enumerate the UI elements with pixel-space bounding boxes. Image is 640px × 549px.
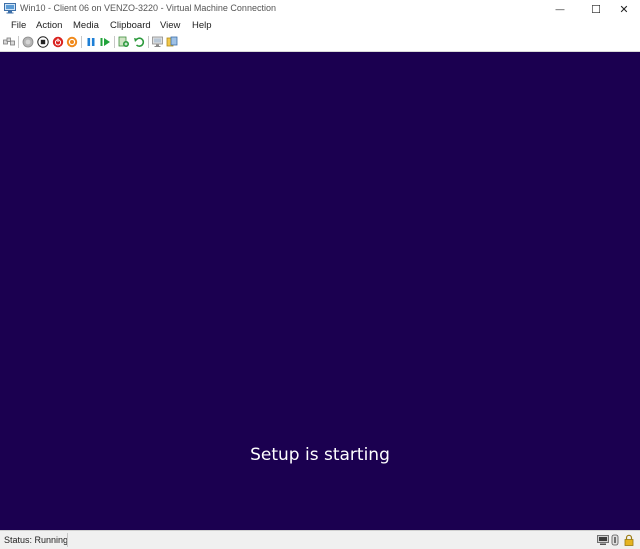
toolbar-separator — [148, 36, 149, 48]
checkpoint-icon[interactable] — [118, 36, 130, 48]
shut-down-icon[interactable] — [52, 36, 64, 48]
vm-display[interactable]: Setup is starting — [0, 52, 640, 530]
title-bar: Win10 - Client 06 on VENZO-3220 - Virtua… — [0, 0, 640, 18]
lock-icon — [624, 534, 634, 546]
status-divider — [67, 533, 68, 547]
menu-media[interactable]: Media — [73, 20, 99, 31]
minimize-button[interactable]: — — [544, 0, 576, 18]
menu-file[interactable]: File — [11, 20, 26, 31]
revert-icon[interactable] — [133, 36, 145, 48]
menu-bar: File Action Media Clipboard View Help — [0, 18, 640, 34]
start-icon[interactable] — [22, 36, 34, 48]
screen-icon — [597, 535, 609, 545]
turn-off-icon[interactable] — [37, 36, 49, 48]
enhanced-session-icon[interactable] — [152, 36, 164, 48]
maximize-icon: ☐ — [591, 3, 601, 16]
audio-icon — [611, 534, 619, 546]
save-icon[interactable] — [66, 36, 78, 48]
close-icon: ✕ — [619, 3, 629, 16]
pause-icon[interactable] — [85, 36, 97, 48]
toolbar-separator — [114, 36, 115, 48]
status-bar: Status: Running — [0, 530, 640, 549]
menu-view[interactable]: View — [160, 20, 180, 31]
toolbar-separator — [81, 36, 82, 48]
toolbar — [0, 34, 640, 52]
window-title: Win10 - Client 06 on VENZO-3220 - Virtua… — [20, 3, 276, 13]
setup-status-message: Setup is starting — [250, 445, 390, 465]
ctrl-alt-del-icon[interactable] — [3, 36, 15, 48]
menu-clipboard[interactable]: Clipboard — [110, 20, 151, 31]
share-icon[interactable] — [166, 36, 178, 48]
vm-status: Status: Running — [4, 535, 69, 545]
vm-connection-icon — [4, 3, 16, 14]
minimize-icon: — — [555, 4, 565, 14]
menu-help[interactable]: Help — [192, 20, 212, 31]
menu-action[interactable]: Action — [36, 20, 62, 31]
close-button[interactable]: ✕ — [608, 0, 640, 18]
toolbar-separator — [18, 36, 19, 48]
resume-icon[interactable] — [99, 36, 111, 48]
